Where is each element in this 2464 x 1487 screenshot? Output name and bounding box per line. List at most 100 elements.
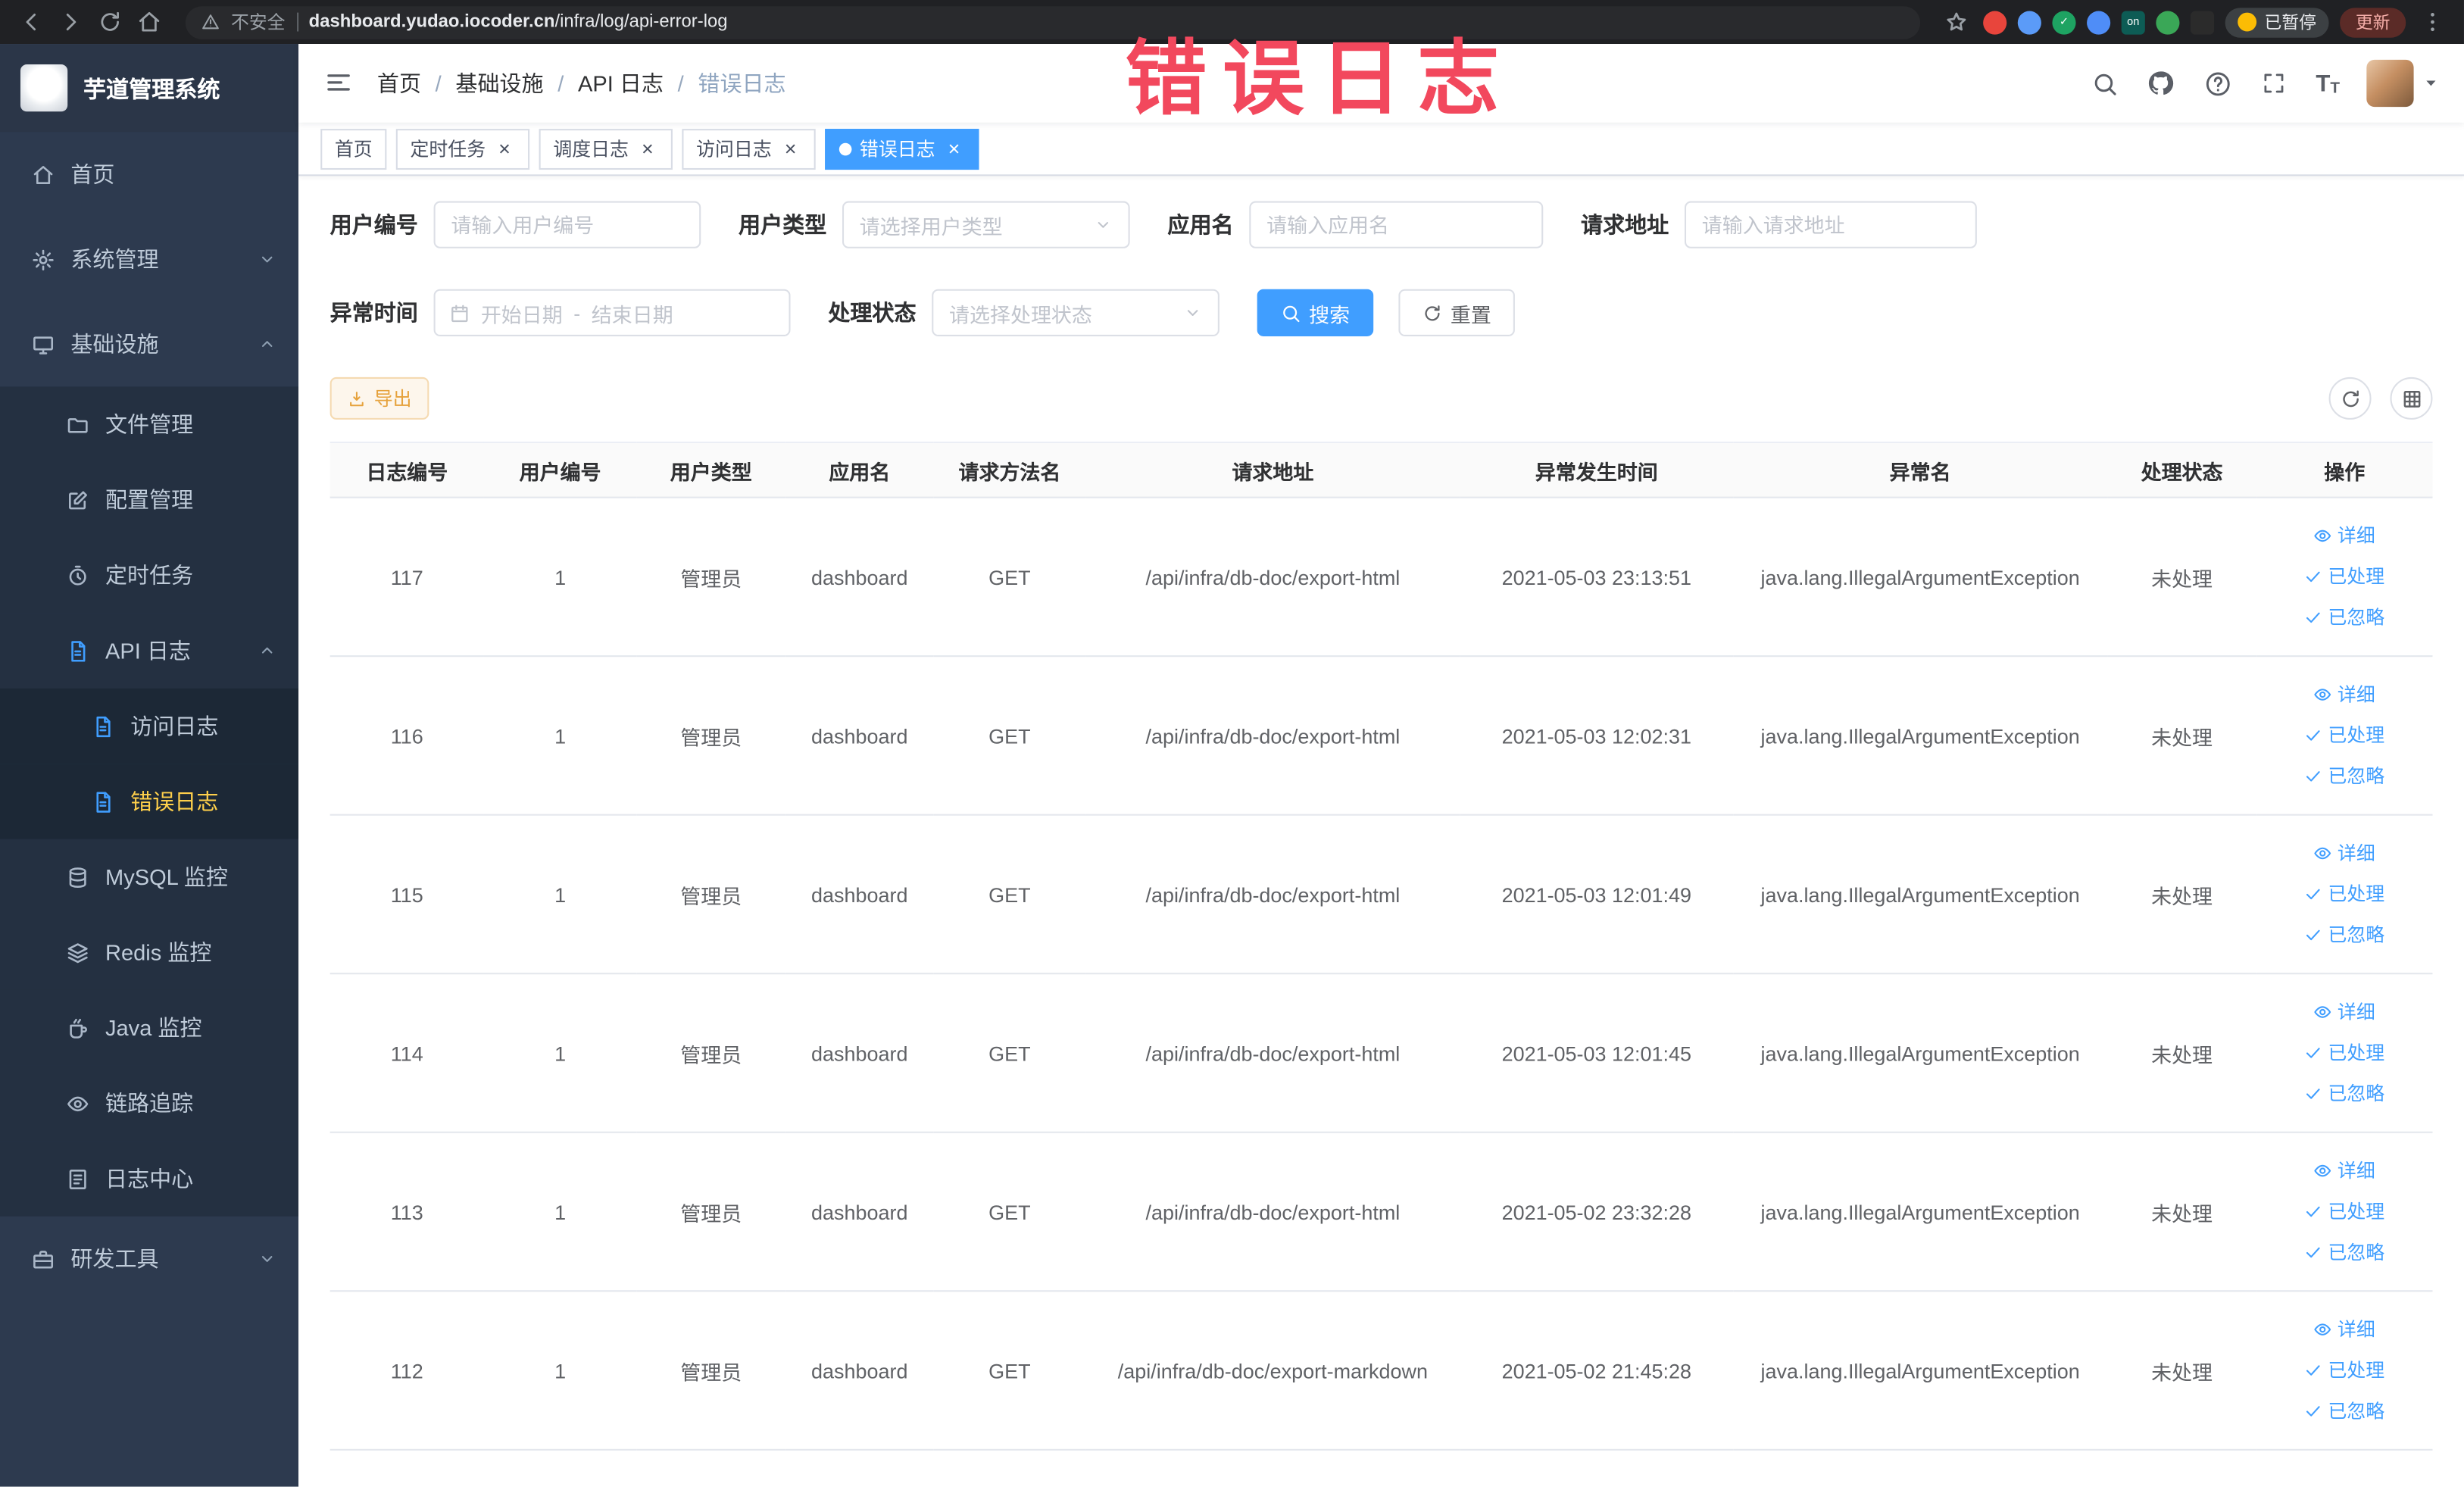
cell-user-id: 1 bbox=[483, 497, 637, 658]
browser-menu-icon[interactable] bbox=[2417, 6, 2448, 37]
detail-link[interactable]: 详细 bbox=[2263, 992, 2426, 1032]
processed-link[interactable]: 已处理 bbox=[2263, 556, 2426, 597]
refresh-button[interactable] bbox=[2328, 376, 2372, 420]
breadcrumb-item-0[interactable]: 首页 bbox=[377, 67, 421, 98]
close-icon[interactable]: × bbox=[779, 138, 801, 160]
sidebar-item-7[interactable]: 访问日志 bbox=[0, 688, 299, 764]
tab-0[interactable]: 首页 bbox=[320, 128, 387, 170]
sidebar-item-2[interactable]: 基础设施 bbox=[0, 301, 298, 386]
extension-green-leaf[interactable] bbox=[2156, 10, 2180, 34]
sidebar-item-12[interactable]: 链路追踪 bbox=[0, 1065, 299, 1142]
detail-link[interactable]: 详细 bbox=[2263, 1309, 2426, 1350]
close-icon[interactable]: × bbox=[636, 138, 658, 160]
cell-request-url: /api/infra/db-doc/export-markdown bbox=[1085, 1291, 1460, 1451]
column-header-9: 操作 bbox=[2256, 441, 2433, 498]
sidebar-item-14[interactable]: 研发工具 bbox=[0, 1217, 298, 1301]
sidebar-item-3[interactable]: 文件管理 bbox=[0, 386, 299, 462]
app-title: 芋道管理系统 bbox=[83, 77, 220, 103]
ignored-link[interactable]: 已忽略 bbox=[2263, 1232, 2426, 1273]
detail-link[interactable]: 详细 bbox=[2263, 674, 2426, 715]
column-settings-button[interactable] bbox=[2390, 376, 2433, 420]
process-status-select[interactable]: 请选择处理状态 bbox=[932, 289, 1220, 336]
paused-badge[interactable]: 已暂停 bbox=[2225, 7, 2329, 37]
sidebar-item-11[interactable]: Java 监控 bbox=[0, 989, 299, 1066]
sidebar-item-1[interactable]: 系统管理 bbox=[0, 217, 298, 301]
forward-icon[interactable] bbox=[55, 6, 86, 37]
ignored-link[interactable]: 已忽略 bbox=[2263, 1073, 2426, 1114]
reload-icon[interactable] bbox=[94, 6, 125, 37]
cell-log-id: 114 bbox=[329, 973, 484, 1133]
fullscreen-icon[interactable] bbox=[2259, 68, 2289, 98]
ignored-link[interactable]: 已忽略 bbox=[2263, 597, 2426, 638]
bookmark-star-icon[interactable] bbox=[1941, 6, 1972, 37]
ignored-link[interactable]: 已忽略 bbox=[2263, 756, 2426, 797]
tab-2[interactable]: 调度日志 × bbox=[539, 128, 673, 170]
home-icon[interactable] bbox=[133, 6, 164, 37]
extension-green-check[interactable]: ✓ bbox=[2052, 10, 2076, 34]
sidebar-item-6[interactable]: API 日志 bbox=[0, 613, 299, 689]
processed-link[interactable]: 已处理 bbox=[2263, 715, 2426, 756]
tab-label: 首页 bbox=[334, 138, 373, 161]
breadcrumb-item-2[interactable]: API 日志 bbox=[578, 67, 664, 98]
detail-link[interactable]: 详细 bbox=[2263, 515, 2426, 556]
chevron-down-icon bbox=[258, 1249, 276, 1268]
sidebar-item-4[interactable]: 配置管理 bbox=[0, 461, 299, 538]
tab-3[interactable]: 访问日志 × bbox=[682, 128, 816, 170]
app-name-input[interactable] bbox=[1249, 201, 1544, 248]
processed-link[interactable]: 已处理 bbox=[2263, 1032, 2426, 1073]
request-url-input[interactable] bbox=[1684, 201, 1977, 248]
extension-blue-drop[interactable] bbox=[2017, 10, 2041, 34]
user-id-input[interactable] bbox=[433, 201, 701, 248]
processed-link[interactable]: 已处理 bbox=[2263, 873, 2426, 914]
doc-icon bbox=[91, 714, 116, 738]
extension-red-circle[interactable] bbox=[1983, 10, 2007, 34]
back-icon[interactable] bbox=[16, 6, 47, 37]
gear-icon bbox=[31, 248, 56, 271]
github-icon[interactable] bbox=[2146, 68, 2175, 98]
range-separator: - bbox=[573, 301, 581, 325]
user-type-select[interactable]: 请选择用户类型 bbox=[842, 201, 1130, 248]
detail-link[interactable]: 详细 bbox=[2263, 1151, 2426, 1192]
sidebar-item-10[interactable]: Redis 监控 bbox=[0, 914, 299, 990]
user-id-label: 用户编号 bbox=[329, 212, 418, 238]
sidebar-item-5[interactable]: 定时任务 bbox=[0, 537, 299, 614]
breadcrumb-item-1[interactable]: 基础设施 bbox=[455, 67, 543, 98]
browser-update-button[interactable]: 更新 bbox=[2340, 7, 2406, 37]
search-button[interactable]: 搜索 bbox=[1257, 289, 1374, 336]
logo-row[interactable]: 芋道管理系统 bbox=[0, 44, 299, 133]
ignored-link[interactable]: 已忽略 bbox=[2263, 1391, 2426, 1432]
cell-user-type: 管理员 bbox=[636, 656, 786, 816]
tab-4[interactable]: 错误日志 × bbox=[825, 128, 979, 170]
processed-link[interactable]: 已处理 bbox=[2263, 1192, 2426, 1232]
check-icon bbox=[2304, 1243, 2323, 1262]
eye-icon bbox=[2314, 686, 2333, 704]
column-header-0: 日志编号 bbox=[329, 441, 484, 498]
sidebar-item-8[interactable]: 错误日志 bbox=[0, 764, 299, 839]
extension-dark-square[interactable] bbox=[2190, 10, 2215, 34]
extension-blue-grid[interactable] bbox=[2087, 10, 2111, 34]
hamburger-icon[interactable] bbox=[323, 67, 354, 98]
search-icon[interactable] bbox=[2090, 68, 2119, 98]
ignored-link[interactable]: 已忽略 bbox=[2263, 914, 2426, 955]
close-icon[interactable]: × bbox=[943, 138, 965, 160]
cell-app-name: dashboard bbox=[785, 497, 934, 658]
breadcrumb-separator: / bbox=[435, 70, 442, 96]
avatar bbox=[2366, 59, 2414, 108]
cell-actions: 详细 已处理 已忽略 bbox=[2256, 814, 2433, 975]
address-bar[interactable]: 不安全 dashboard.yudao.iocoder.cn/infra/log… bbox=[185, 5, 1921, 39]
detail-link[interactable]: 详细 bbox=[2263, 833, 2426, 874]
extension-on-switch[interactable]: on bbox=[2121, 10, 2145, 34]
close-icon[interactable]: × bbox=[493, 138, 515, 160]
export-button[interactable]: 导出 bbox=[329, 376, 429, 420]
user-menu[interactable] bbox=[2366, 59, 2438, 108]
sidebar-item-0[interactable]: 首页 bbox=[0, 132, 298, 217]
cell-exception-name: java.lang.IllegalArgumentException bbox=[1733, 1132, 2108, 1292]
sidebar-item-9[interactable]: MySQL 监控 bbox=[0, 839, 299, 915]
font-size-icon[interactable]: TT bbox=[2316, 70, 2340, 96]
reset-button[interactable]: 重置 bbox=[1398, 289, 1515, 336]
help-icon[interactable] bbox=[2203, 68, 2232, 98]
sidebar-item-13[interactable]: 日志中心 bbox=[0, 1141, 299, 1217]
date-range-picker[interactable]: 开始日期 - 结束日期 bbox=[433, 289, 791, 336]
processed-link[interactable]: 已处理 bbox=[2263, 1350, 2426, 1391]
tab-1[interactable]: 定时任务 × bbox=[395, 128, 530, 170]
